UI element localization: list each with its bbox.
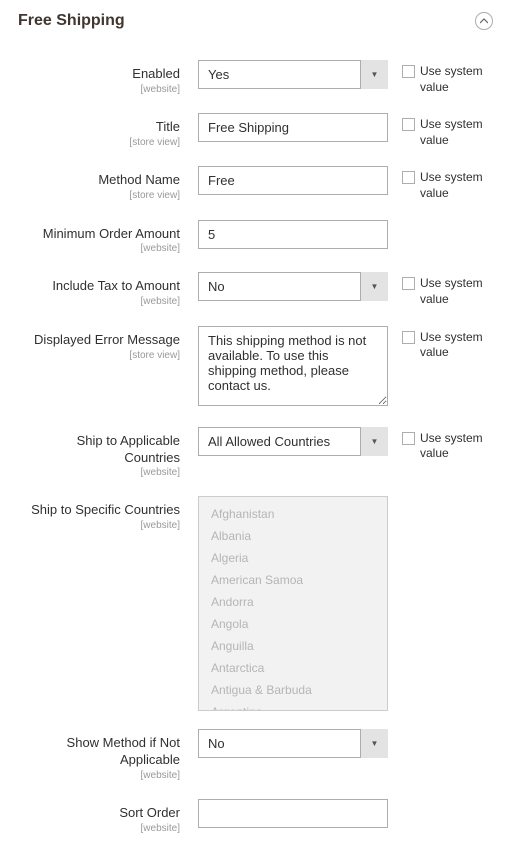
min-order-input[interactable] bbox=[198, 220, 388, 249]
sort-order-label: Sort Order bbox=[119, 805, 180, 820]
ship-applicable-use-system-label: Use system value bbox=[420, 431, 490, 462]
include-tax-select[interactable]: No bbox=[198, 272, 388, 301]
country-option[interactable]: Angola bbox=[199, 613, 387, 635]
section-title: Free Shipping bbox=[18, 12, 125, 30]
min-order-label: Minimum Order Amount bbox=[43, 226, 180, 241]
method-name-scope: [store view] bbox=[18, 190, 180, 201]
method-name-label: Method Name bbox=[98, 172, 180, 187]
country-option[interactable]: Algeria bbox=[199, 547, 387, 569]
enabled-scope: [website] bbox=[18, 84, 180, 95]
sort-order-scope: [website] bbox=[18, 823, 180, 834]
country-option[interactable]: Albania bbox=[199, 525, 387, 547]
title-label: Title bbox=[156, 119, 180, 134]
title-use-system-checkbox[interactable] bbox=[402, 118, 415, 131]
method-name-use-system-checkbox[interactable] bbox=[402, 171, 415, 184]
include-tax-label: Include Tax to Amount bbox=[52, 278, 180, 293]
method-name-use-system-label: Use system value bbox=[420, 170, 490, 201]
title-input[interactable] bbox=[198, 113, 388, 142]
show-method-label: Show Method if Not Applicable bbox=[67, 735, 180, 767]
include-tax-use-system-checkbox[interactable] bbox=[402, 277, 415, 290]
enabled-select[interactable]: Yes bbox=[198, 60, 388, 89]
title-scope: [store view] bbox=[18, 137, 180, 148]
country-option[interactable]: Argentina bbox=[199, 701, 387, 711]
collapse-section-icon[interactable] bbox=[475, 12, 493, 30]
ship-specific-scope: [website] bbox=[18, 520, 180, 531]
method-name-input[interactable] bbox=[198, 166, 388, 195]
country-option[interactable]: Antarctica bbox=[199, 657, 387, 679]
sort-order-input[interactable] bbox=[198, 799, 388, 828]
ship-applicable-scope: [website] bbox=[18, 467, 180, 478]
title-use-system-label: Use system value bbox=[420, 117, 490, 148]
error-msg-scope: [store view] bbox=[18, 350, 180, 361]
ship-applicable-label: Ship to Applicable Countries bbox=[77, 433, 180, 465]
country-option[interactable]: American Samoa bbox=[199, 569, 387, 591]
min-order-scope: [website] bbox=[18, 243, 180, 254]
include-tax-scope: [website] bbox=[18, 296, 180, 307]
error-msg-textarea[interactable]: This shipping method is not available. T… bbox=[198, 326, 388, 406]
country-option[interactable]: Andorra bbox=[199, 591, 387, 613]
error-msg-use-system-label: Use system value bbox=[420, 330, 490, 361]
include-tax-use-system-label: Use system value bbox=[420, 276, 490, 307]
enabled-use-system-label: Use system value bbox=[420, 64, 490, 95]
ship-specific-multiselect[interactable]: AfghanistanAlbaniaAlgeriaAmerican SamoaA… bbox=[198, 496, 388, 711]
error-msg-label: Displayed Error Message bbox=[34, 332, 180, 347]
ship-applicable-use-system-checkbox[interactable] bbox=[402, 432, 415, 445]
enabled-use-system-checkbox[interactable] bbox=[402, 65, 415, 78]
country-option[interactable]: Antigua & Barbuda bbox=[199, 679, 387, 701]
ship-applicable-select[interactable]: All Allowed Countries bbox=[198, 427, 388, 456]
show-method-scope: [website] bbox=[18, 770, 180, 781]
enabled-label: Enabled bbox=[132, 66, 180, 81]
country-option[interactable]: Afghanistan bbox=[199, 503, 387, 525]
country-option[interactable]: Anguilla bbox=[199, 635, 387, 657]
show-method-select[interactable]: No bbox=[198, 729, 388, 758]
ship-specific-label: Ship to Specific Countries bbox=[31, 502, 180, 517]
error-msg-use-system-checkbox[interactable] bbox=[402, 331, 415, 344]
